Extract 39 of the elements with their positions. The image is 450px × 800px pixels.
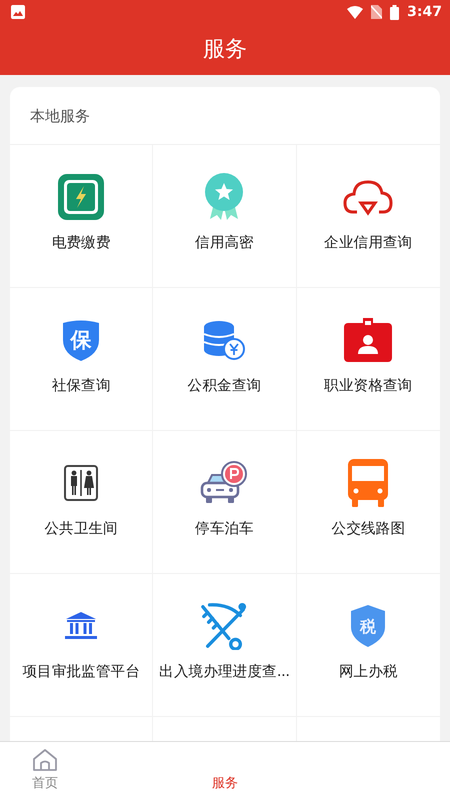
service-label: 公共卫生间 [44, 520, 118, 538]
tax-shield-icon: 税 [350, 602, 386, 650]
service-item[interactable]: 公积金查询 [153, 288, 297, 431]
image-icon [11, 5, 25, 19]
service-item[interactable]: 保 社保查询 [10, 288, 154, 431]
bus-icon [348, 459, 388, 507]
nav-tab[interactable]: 服务 [180, 742, 270, 800]
service-item[interactable]: 职业资格查询 [296, 288, 440, 431]
service-label: 社保查询 [52, 377, 111, 395]
status-time: 3:47 [407, 4, 442, 20]
service-label: 网上办税 [338, 663, 398, 681]
service-label: 职业资格查询 [324, 377, 412, 395]
service-label: 出入境办理进度查... [159, 662, 290, 681]
service-item[interactable]: 项目审批监管平台 [10, 574, 154, 717]
service-item[interactable]: 电费缴费 [10, 145, 154, 288]
service-label: 公积金查询 [188, 377, 262, 395]
service-item[interactable]: 税 网上办税 [296, 574, 440, 717]
service-label: 停车泊车 [195, 520, 254, 538]
service-label: 项目审批监管平台 [22, 662, 140, 681]
lightning-icon [58, 173, 104, 221]
service-item[interactable]: 公共卫生间 [10, 431, 154, 574]
home-icon [32, 748, 58, 772]
service-label: 公交线路图 [332, 520, 406, 538]
service-label: 企业信用查询 [324, 234, 412, 252]
service-item[interactable]: 信用高密 [153, 145, 297, 288]
service-label: 电费缴费 [52, 234, 111, 252]
id-badge-icon [344, 316, 392, 364]
service-item[interactable]: 公交线路图 [296, 431, 440, 574]
service-item[interactable]: 停车泊车 [153, 431, 297, 574]
service-label: 信用高密 [195, 234, 254, 252]
no-sim-icon [371, 5, 382, 19]
wifi-icon [347, 6, 364, 18]
service-item[interactable]: 企业信用查询 [296, 145, 440, 288]
nav-tab[interactable]: 首页 [0, 742, 90, 800]
award-badge-icon [204, 173, 244, 221]
service-item[interactable]: 出入境办理进度查... [153, 574, 297, 717]
page-title: 服务 [202, 36, 248, 64]
battery-icon [390, 4, 400, 20]
section-title: 本地服务 [10, 87, 440, 145]
